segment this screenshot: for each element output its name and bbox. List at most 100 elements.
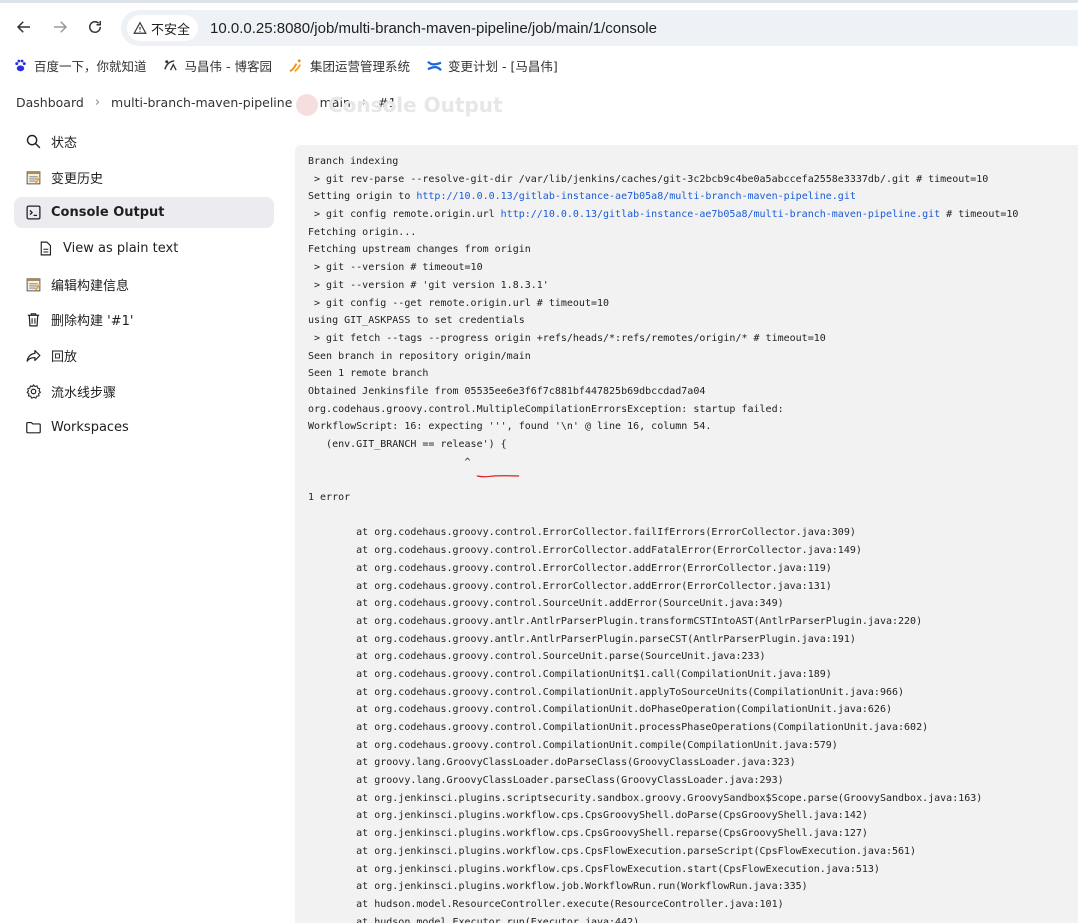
console-line: > git config --get remote.origin.url # t… — [308, 297, 610, 309]
red-underline-annotation — [476, 475, 520, 478]
security-label: 不安全 — [151, 22, 191, 38]
reload-icon — [89, 21, 101, 33]
breadcrumb-job[interactable]: multi-branch-maven-pipeline — [111, 95, 292, 110]
browser-toolbar: 不安全 10.0.0.25:8080/job/multi-branch-mave… — [0, 0, 1078, 50]
console-line: at org.codehaus.groovy.antlr.AntlrParser… — [308, 615, 923, 627]
breadcrumb-dashboard[interactable]: Dashboard — [16, 95, 84, 110]
console-line: Branch indexing — [308, 156, 399, 167]
sidebar-item-label: 删除构建 '#1' — [51, 314, 134, 330]
sidebar-item-label: Workspaces — [51, 419, 129, 435]
sidebar-item-label: View as plain text — [63, 241, 179, 257]
console-line: ^ — [308, 456, 471, 468]
console-line: at org.jenkinsci.plugins.workflow.cps.Cp… — [308, 828, 868, 840]
warning-triangle-icon — [133, 21, 147, 34]
sidebar-item-workspaces[interactable]: Workspaces — [14, 412, 274, 443]
console-line: at hudson.model.ResourceController.execu… — [308, 898, 784, 910]
console-line: Obtained Jenkinsfile from 05535ee6e3f6f7… — [308, 385, 706, 397]
console-line: (env.GIT_BRANCH == release') { — [308, 439, 507, 450]
console-log: Branch indexing > git rev-parse --resolv… — [295, 145, 1078, 923]
baidu-paw-icon — [12, 57, 28, 73]
console-line: > git rev-parse --resolve-git-dir /var/l… — [308, 173, 989, 185]
url-text[interactable]: 10.0.0.25:8080/job/multi-branch-maven-pi… — [210, 20, 657, 37]
bookmark-change-plan[interactable]: 变更计划 - [马昌伟] — [426, 56, 558, 75]
console-line: at groovy.lang.GroovyClassLoader.parseCl… — [308, 775, 784, 787]
console-line: Setting origin to http://10.0.0.13/gitla… — [308, 191, 856, 203]
chevron-right-icon: › — [94, 94, 101, 110]
console-line: at org.jenkinsci.plugins.workflow.job.Wo… — [308, 881, 808, 893]
console-line: > git --version # timeout=10 — [308, 262, 483, 274]
console-line: at org.codehaus.groovy.control.ErrorColl… — [308, 527, 856, 539]
forward-button[interactable] — [48, 15, 72, 39]
bookmark-baidu[interactable]: 百度一下，你就知道 — [12, 56, 147, 75]
build-status-icon — [296, 94, 318, 116]
bookmark-label: 集团运营管理系统 — [309, 58, 410, 74]
console-line: at hudson.model.Executor.run(Executor.ja… — [308, 916, 640, 923]
console-line: Seen 1 remote branch — [308, 368, 429, 380]
console-line: > git config remote.origin.url http://10… — [308, 209, 1019, 221]
sidebar-item-label: 回放 — [51, 350, 78, 366]
page-title: Console Output — [296, 93, 503, 117]
console-line: at org.codehaus.groovy.control.ErrorColl… — [308, 580, 832, 592]
security-chip[interactable]: 不安全 — [127, 15, 199, 41]
console-line: at org.jenkinsci.plugins.workflow.cps.Cp… — [308, 845, 917, 857]
sidebar-item-edit-build-info[interactable]: 编辑构建信息 — [14, 269, 274, 300]
bookmarks-bar: 百度一下，你就知道 马昌伟 - 博客园 集团运营管理系统 变更计划 - [马昌伟… — [0, 50, 1078, 80]
trash-icon — [24, 311, 42, 329]
forward-arrow-icon — [54, 21, 68, 33]
sidebar: 状态 变更历史 Console Output View as plain tex… — [14, 126, 274, 447]
console-line: at groovy.lang.GroovyClassLoader.doParse… — [308, 757, 796, 769]
reload-button[interactable] — [83, 15, 107, 39]
sidebar-item-label: 流水线步骤 — [51, 385, 117, 401]
console-line: at org.jenkinsci.plugins.workflow.cps.Cp… — [308, 863, 880, 875]
console-line: at org.codehaus.groovy.control.Compilati… — [308, 704, 892, 716]
console-line: at org.jenkinsci.plugins.workflow.cps.Cp… — [308, 810, 868, 822]
console-line: using GIT_ASKPASS to set credentials — [308, 315, 525, 327]
cnblogs-icon — [163, 57, 179, 73]
console-line: at org.codehaus.groovy.control.Compilati… — [308, 739, 838, 751]
console-line: at org.codehaus.groovy.control.Compilati… — [308, 722, 929, 733]
console-line: 1 error — [308, 492, 351, 504]
sidebar-item-delete-build[interactable]: 删除构建 '#1' — [14, 304, 274, 335]
console-line: Seen branch in repository origin/main — [308, 350, 531, 362]
bookmark-label: 百度一下，你就知道 — [34, 58, 147, 74]
orange-logo-icon — [288, 57, 304, 73]
origin-url-link[interactable]: http://10.0.0.13/gitlab-instance-ae7b05a… — [416, 191, 856, 202]
bookmark-cnblogs[interactable]: 马昌伟 - 博客园 — [163, 56, 272, 75]
notepad-icon — [24, 275, 42, 293]
sidebar-item-label: 编辑构建信息 — [51, 278, 130, 294]
console-line: WorkflowScript: 16: expecting ''', found… — [308, 421, 712, 433]
sidebar-item-label: 变更历史 — [51, 171, 104, 187]
console-line: at org.codehaus.groovy.control.SourceUni… — [308, 651, 766, 663]
bookmark-ops-system[interactable]: 集团运营管理系统 — [288, 56, 410, 75]
sidebar-item-status[interactable]: 状态 — [14, 126, 274, 157]
console-line: at org.codehaus.groovy.control.ErrorColl… — [308, 562, 832, 574]
share-arrow-icon — [24, 347, 42, 365]
console-line: at org.jenkinsci.plugins.scriptsecurity.… — [308, 792, 983, 804]
sidebar-item-pipeline-steps[interactable]: 流水线步骤 — [14, 376, 274, 407]
back-arrow-icon — [16, 21, 30, 33]
console-line: Fetching upstream changes from origin — [308, 244, 531, 256]
console-output-panel[interactable]: Branch indexing > git rev-parse --resolv… — [295, 145, 1078, 923]
remote-url-link[interactable]: http://10.0.0.13/gitlab-instance-ae7b05a… — [501, 209, 941, 220]
console-line: at org.codehaus.groovy.control.SourceUni… — [308, 598, 784, 610]
console-line: > git fetch --tags --progress origin +re… — [308, 332, 826, 344]
back-button[interactable] — [12, 15, 36, 39]
sidebar-item-console-output[interactable]: Console Output — [14, 197, 274, 229]
sidebar-item-label: 状态 — [51, 136, 78, 151]
sidebar-item-changes[interactable]: 变更历史 — [14, 162, 274, 193]
document-icon — [36, 240, 54, 258]
console-line: at org.codehaus.groovy.control.Compilati… — [308, 668, 832, 680]
folder-icon — [24, 418, 42, 436]
address-bar[interactable]: 不安全 10.0.0.25:8080/job/multi-branch-mave… — [121, 10, 1078, 46]
sidebar-item-replay[interactable]: 回放 — [14, 340, 274, 371]
console-line: at org.codehaus.groovy.control.Compilati… — [308, 686, 905, 698]
bookmark-label: 马昌伟 - 博客园 — [184, 58, 272, 74]
search-icon — [24, 133, 42, 151]
terminal-icon — [24, 204, 42, 222]
gear-icon — [24, 382, 42, 400]
console-line: > git --version # 'git version 1.8.3.1' — [308, 279, 549, 291]
sidebar-item-plain-text[interactable]: View as plain text — [14, 233, 274, 264]
console-line: at org.codehaus.groovy.control.ErrorColl… — [308, 545, 862, 557]
confluence-icon — [426, 57, 442, 73]
